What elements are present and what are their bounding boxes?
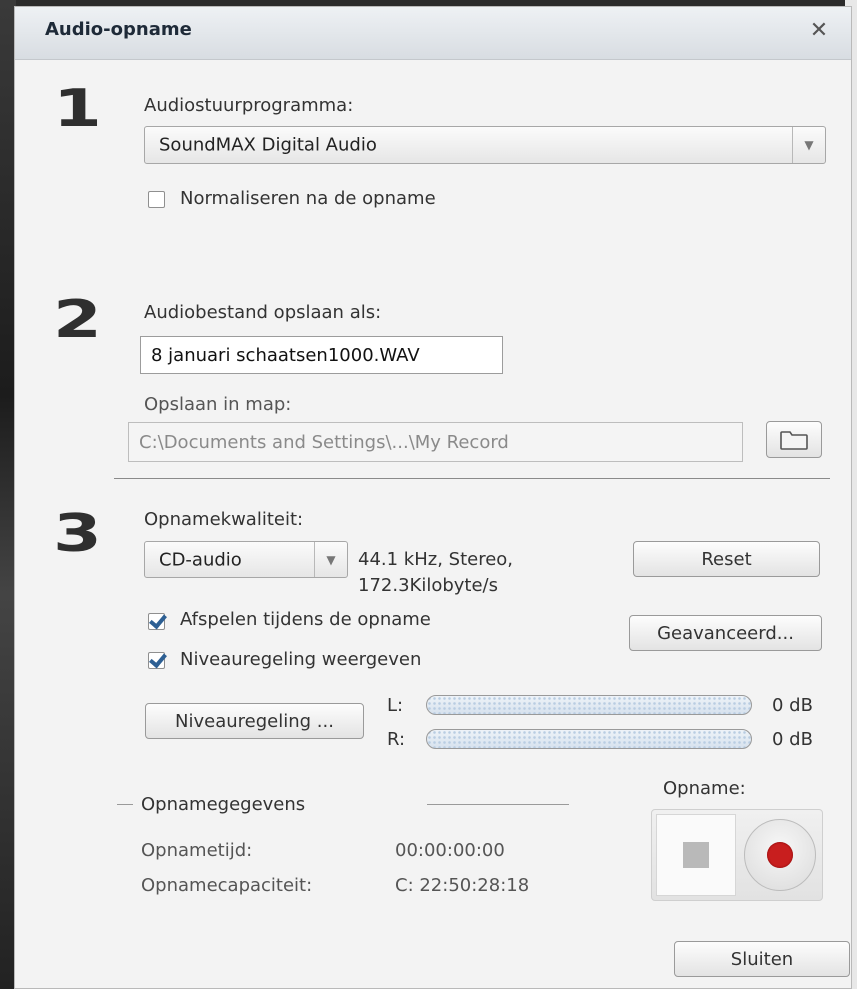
- window-title: Audio-opname: [45, 19, 192, 40]
- quality-info-line2: 172.3Kilobyte/s: [358, 575, 499, 596]
- driver-value: SoundMAX Digital Audio: [159, 134, 377, 156]
- filename-input[interactable]: 8 januari schaatsen1000.WAV: [140, 336, 503, 374]
- step-number-1: 1: [53, 79, 102, 139]
- normalize-label: Normaliseren na de opname: [180, 188, 436, 209]
- save-as-label: Audiobestand opslaan als:: [144, 302, 382, 323]
- audio-recording-dialog: Audio-opname ✕ 1 Audiostuurprogramma: So…: [14, 6, 852, 989]
- recording-time-label: Opnametijd:: [141, 840, 253, 861]
- play-during-label: Afspelen tijdens de opname: [180, 609, 431, 630]
- reset-button[interactable]: Reset: [633, 541, 820, 577]
- browse-folder-button[interactable]: [766, 421, 822, 458]
- left-channel-label: L:: [387, 695, 404, 716]
- quality-dropdown[interactable]: CD-audio ▼: [144, 541, 348, 578]
- step-number-3: 3: [53, 504, 102, 564]
- normalize-checkbox[interactable]: [148, 191, 165, 208]
- recording-capacity-label: Opnamecapaciteit:: [141, 875, 313, 896]
- record-label: Opname:: [663, 778, 746, 799]
- dropdown-arrow-icon[interactable]: ▼: [314, 542, 347, 577]
- close-button[interactable]: Sluiten: [674, 941, 850, 977]
- quality-label: Opnamekwaliteit:: [144, 509, 304, 530]
- right-level-meter: [426, 729, 752, 749]
- dropdown-arrow-icon[interactable]: ▼: [792, 127, 825, 163]
- step-number-2: 2: [53, 290, 102, 350]
- driver-label: Audiostuurprogramma:: [144, 95, 354, 116]
- recording-info-heading: Opnamegegevens: [141, 794, 306, 815]
- show-level-label: Niveauregeling weergeven: [180, 649, 422, 670]
- advanced-button[interactable]: Geavanceerd...: [629, 615, 822, 651]
- quality-value: CD-audio: [159, 549, 242, 570]
- title-bar: Audio-opname ✕: [15, 7, 851, 60]
- stop-button[interactable]: [656, 814, 736, 896]
- recording-capacity-value: C: 22:50:28:18: [395, 875, 530, 896]
- folder-path-input[interactable]: C:\Documents and Settings\...\My Record: [128, 422, 743, 462]
- quality-info-line1: 44.1 kHz, Stereo,: [358, 549, 514, 570]
- recording-time-value: 00:00:00:00: [395, 840, 505, 861]
- record-controls: [651, 809, 823, 901]
- section-divider: [114, 478, 830, 479]
- show-level-checkbox[interactable]: [148, 652, 165, 669]
- level-control-button[interactable]: Niveauregeling ...: [145, 703, 364, 739]
- left-level-meter: [426, 695, 752, 715]
- left-channel-value: 0 dB: [772, 695, 813, 716]
- group-line-right: [427, 804, 569, 805]
- right-channel-label: R:: [387, 729, 406, 750]
- folder-label: Opslaan in map:: [144, 394, 292, 415]
- record-icon: [767, 842, 793, 868]
- right-channel-value: 0 dB: [772, 729, 813, 750]
- stop-icon: [683, 842, 709, 868]
- group-line-left: [117, 804, 133, 805]
- play-during-checkbox[interactable]: [148, 613, 165, 630]
- folder-icon: [780, 430, 808, 450]
- close-icon[interactable]: ✕: [805, 17, 833, 45]
- record-button[interactable]: [744, 819, 816, 891]
- driver-dropdown[interactable]: SoundMAX Digital Audio ▼: [144, 126, 826, 164]
